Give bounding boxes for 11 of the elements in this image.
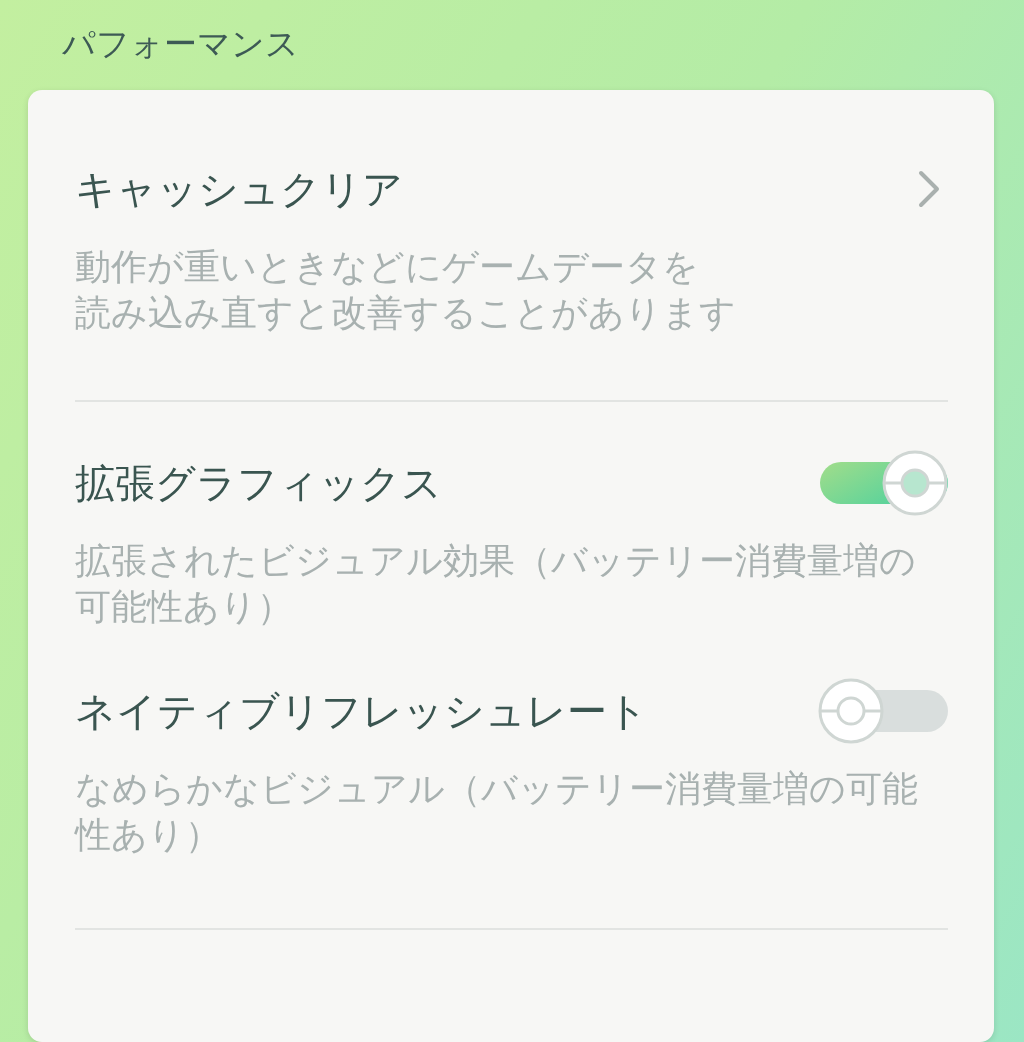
- setting-description: 拡張されたビジュアル効果（バッテリー消費量増の可能性あり）: [75, 539, 917, 629]
- chevron-right-icon[interactable]: [916, 169, 942, 209]
- toggle-switch[interactable]: [818, 678, 948, 744]
- setting-title: キャッシュクリア: [75, 165, 403, 213]
- setting-description: 読み込み直すと改善することがあります: [75, 291, 737, 335]
- setting-description: 動作が重いときなどにゲームデータを: [75, 245, 700, 289]
- setting-title: 拡張グラフィックス: [75, 459, 442, 507]
- section-title: パフォーマンス: [62, 23, 300, 65]
- setting-title: ネイティブリフレッシュレート: [75, 687, 648, 735]
- toggle-switch[interactable]: [818, 450, 948, 516]
- setting-description: なめらかなビジュアル（バッテリー消費量増の可能性あり）: [75, 767, 919, 857]
